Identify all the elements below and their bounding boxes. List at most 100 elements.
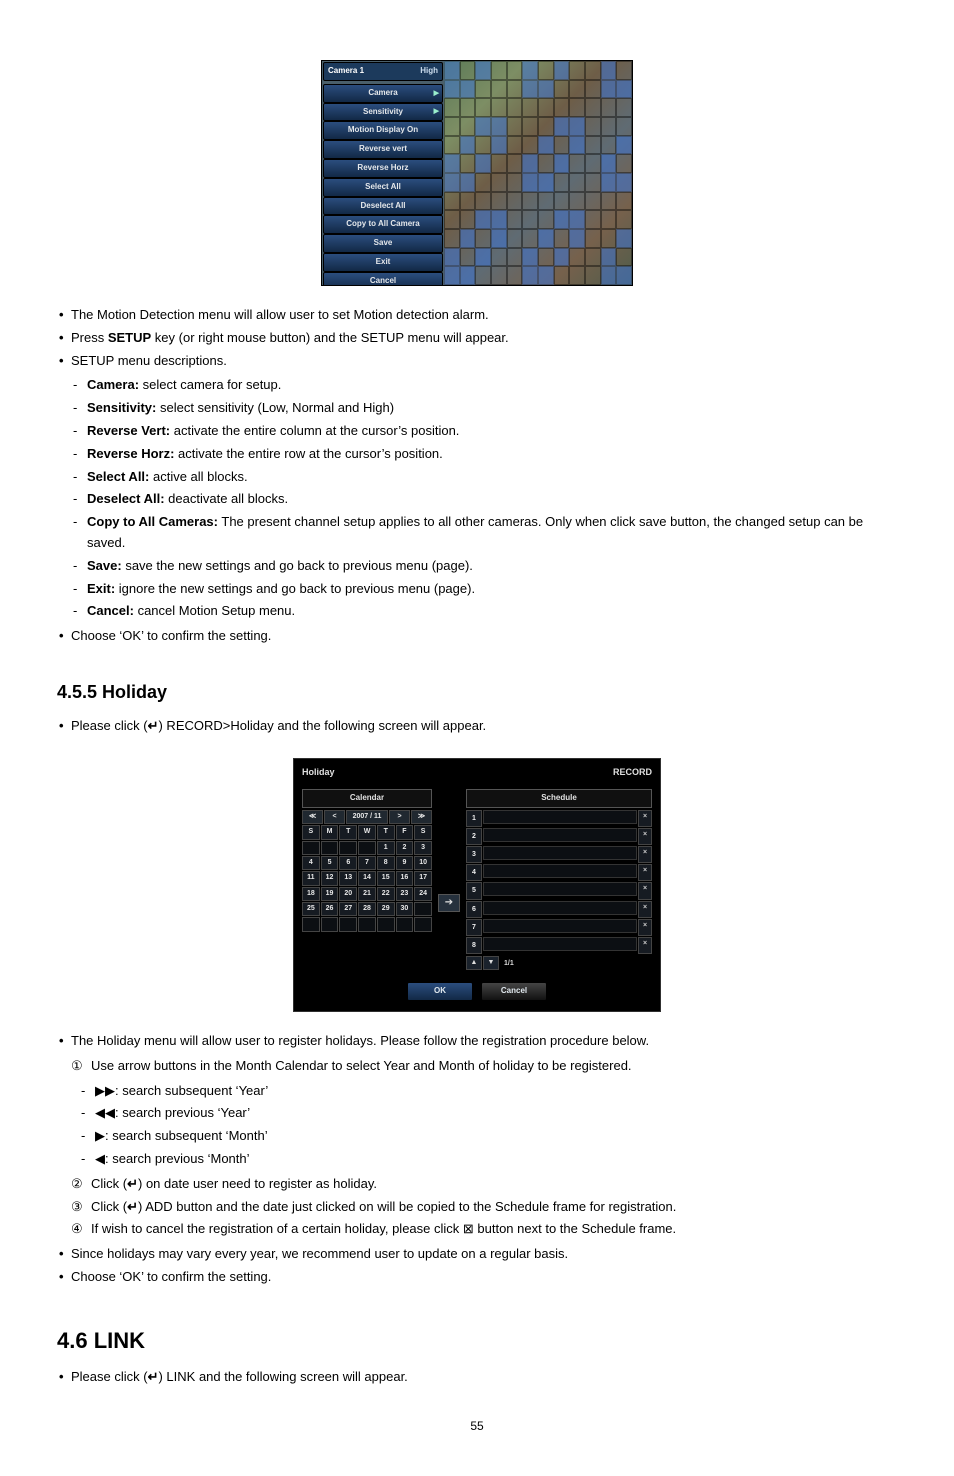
- motion-grid-cell[interactable]: [460, 266, 476, 285]
- motion-grid-cell[interactable]: [522, 136, 538, 155]
- calendar-day-cell[interactable]: 5: [321, 856, 339, 870]
- calendar-day-cell[interactable]: 19: [321, 887, 339, 901]
- cancel-button[interactable]: Cancel: [481, 982, 547, 1001]
- prev-month-button[interactable]: <: [324, 810, 345, 824]
- motion-grid-cell[interactable]: [569, 192, 585, 211]
- motion-grid-cell[interactable]: [538, 192, 554, 211]
- calendar-day-cell[interactable]: 1: [377, 841, 395, 855]
- motion-grid-cell[interactable]: [507, 210, 523, 229]
- schedule-value[interactable]: [483, 864, 637, 878]
- motion-grid-cell[interactable]: [601, 248, 617, 267]
- motion-grid-cell[interactable]: [538, 154, 554, 173]
- motion-grid-cell[interactable]: [601, 117, 617, 136]
- motion-grid-cell[interactable]: [601, 61, 617, 80]
- schedule-delete-button[interactable]: ×: [638, 919, 652, 936]
- calendar-day-cell[interactable]: 3: [414, 841, 432, 855]
- motion-grid-cell[interactable]: [569, 117, 585, 136]
- motion-grid-cell[interactable]: [475, 136, 491, 155]
- motion-grid-cell[interactable]: [475, 154, 491, 173]
- motion-grid-cell[interactable]: [554, 117, 570, 136]
- motion-grid-cell[interactable]: [616, 266, 632, 285]
- motion-grid-cell[interactable]: [538, 117, 554, 136]
- motion-grid-cell[interactable]: [522, 61, 538, 80]
- calendar-day-cell[interactable]: 6: [339, 856, 357, 870]
- motion-grid-cell[interactable]: [491, 173, 507, 192]
- calendar-day-cell[interactable]: 13: [339, 871, 357, 885]
- next-month-button[interactable]: >: [389, 810, 410, 824]
- motion-grid-cell[interactable]: [569, 154, 585, 173]
- schedule-value[interactable]: [483, 828, 637, 842]
- calendar-day-cell[interactable]: 26: [321, 902, 339, 916]
- motion-grid-cell[interactable]: [491, 136, 507, 155]
- schedule-delete-button[interactable]: ×: [638, 810, 652, 827]
- motion-grid-cell[interactable]: [507, 192, 523, 211]
- motion-grid-cell[interactable]: [444, 266, 460, 285]
- motion-grid-cell[interactable]: [444, 192, 460, 211]
- motion-grid-cell[interactable]: [444, 210, 460, 229]
- motion-grid-cell[interactable]: [601, 266, 617, 285]
- motion-grid-cell[interactable]: [616, 136, 632, 155]
- calendar-day-cell[interactable]: 4: [302, 856, 320, 870]
- motion-grid-cell[interactable]: [507, 173, 523, 192]
- motion-grid-cell[interactable]: [569, 136, 585, 155]
- motion-grid-cell[interactable]: [585, 229, 601, 248]
- motion-grid-cell[interactable]: [554, 266, 570, 285]
- motion-grid-cell[interactable]: [585, 80, 601, 99]
- motion-grid-cell[interactable]: [616, 61, 632, 80]
- motion-grid-cell[interactable]: [491, 117, 507, 136]
- motion-grid-cell[interactable]: [601, 80, 617, 99]
- motion-grid-cell[interactable]: [554, 229, 570, 248]
- menu-sensitivity[interactable]: Sensitivity▶: [323, 103, 443, 122]
- motion-grid-cell[interactable]: [444, 154, 460, 173]
- motion-grid-cell[interactable]: [569, 98, 585, 117]
- motion-grid-cell[interactable]: [475, 248, 491, 267]
- schedule-delete-button[interactable]: ×: [638, 937, 652, 954]
- motion-grid-cell[interactable]: [601, 136, 617, 155]
- motion-grid-cell[interactable]: [475, 229, 491, 248]
- calendar-day-cell[interactable]: 16: [396, 871, 414, 885]
- motion-grid-cell[interactable]: [507, 117, 523, 136]
- motion-grid-cell[interactable]: [554, 61, 570, 80]
- motion-grid-cell[interactable]: [569, 61, 585, 80]
- motion-grid-cell[interactable]: [475, 61, 491, 80]
- motion-grid-cell[interactable]: [554, 136, 570, 155]
- motion-grid-cell[interactable]: [475, 266, 491, 285]
- motion-grid-cell[interactable]: [475, 192, 491, 211]
- motion-grid-cell[interactable]: [460, 136, 476, 155]
- motion-grid-cell[interactable]: [585, 248, 601, 267]
- motion-grid-cell[interactable]: [616, 210, 632, 229]
- motion-grid-cell[interactable]: [569, 173, 585, 192]
- motion-grid-cell[interactable]: [444, 136, 460, 155]
- schedule-delete-button[interactable]: ×: [638, 882, 652, 899]
- motion-grid-cell[interactable]: [444, 248, 460, 267]
- calendar-day-cell[interactable]: 22: [377, 887, 395, 901]
- motion-grid-cell[interactable]: [585, 61, 601, 80]
- schedule-value[interactable]: [483, 937, 637, 951]
- motion-grid-cell[interactable]: [616, 229, 632, 248]
- schedule-delete-button[interactable]: ×: [638, 864, 652, 881]
- motion-grid-cell[interactable]: [460, 98, 476, 117]
- motion-grid-cell[interactable]: [507, 229, 523, 248]
- motion-grid-cell[interactable]: [585, 154, 601, 173]
- motion-grid-cell[interactable]: [538, 61, 554, 80]
- motion-grid-cell[interactable]: [460, 173, 476, 192]
- motion-grid-cell[interactable]: [491, 98, 507, 117]
- motion-grid-cell[interactable]: [538, 229, 554, 248]
- menu-select-all[interactable]: Select All: [323, 178, 443, 197]
- motion-grid-cell[interactable]: [507, 61, 523, 80]
- motion-grid-cell[interactable]: [444, 117, 460, 136]
- motion-grid-cell[interactable]: [538, 136, 554, 155]
- motion-grid-cell[interactable]: [475, 80, 491, 99]
- menu-copy-to-all-camera[interactable]: Copy to All Camera: [323, 215, 443, 234]
- motion-grid-cell[interactable]: [585, 192, 601, 211]
- motion-grid-cell[interactable]: [522, 248, 538, 267]
- add-holiday-button[interactable]: ➔: [438, 894, 460, 912]
- motion-grid-cell[interactable]: [538, 80, 554, 99]
- motion-grid-cell[interactable]: [491, 80, 507, 99]
- motion-grid-cell[interactable]: [616, 117, 632, 136]
- calendar-day-cell[interactable]: 28: [358, 902, 376, 916]
- calendar-day-cell[interactable]: 11: [302, 871, 320, 885]
- schedule-delete-button[interactable]: ×: [638, 901, 652, 918]
- motion-grid-cell[interactable]: [475, 210, 491, 229]
- motion-grid-cell[interactable]: [601, 173, 617, 192]
